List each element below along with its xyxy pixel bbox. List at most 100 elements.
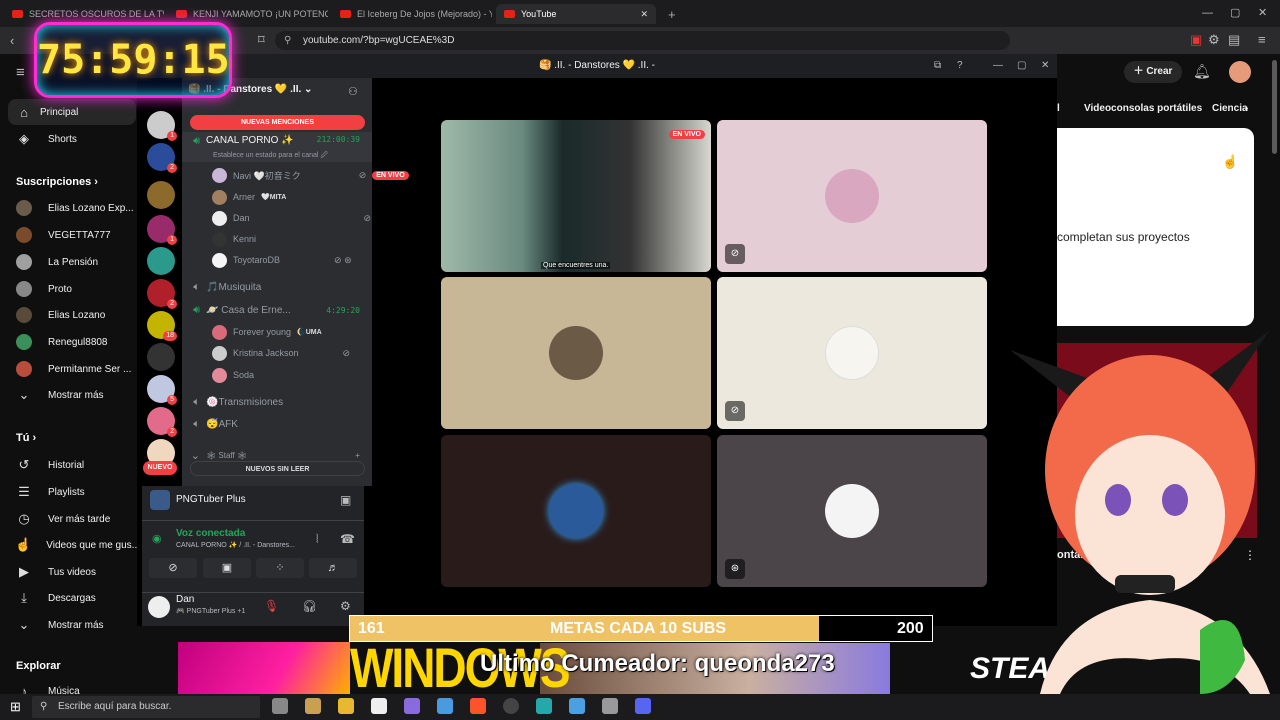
server-icon[interactable]: 5	[147, 375, 177, 405]
headphones-icon[interactable]: 🎧︎	[302, 599, 317, 613]
maximize-icon[interactable]: ▢	[1230, 7, 1240, 20]
channel-status[interactable]: Establece un estado para el canal 🖉	[213, 151, 328, 162]
sidebar-item-liked[interactable]: ☝ Videos que me gus...	[0, 532, 140, 558]
sidebar-item-playlists[interactable]: ☰ Playlists	[0, 479, 140, 505]
voice-user[interactable]: ToyotaroDB ⊘ ⊛	[212, 250, 352, 270]
folder-icon[interactable]	[338, 698, 354, 714]
add-channel-icon[interactable]: +	[355, 451, 360, 460]
taskbar-search[interactable]: ⚲ Escribe aquí para buscar.	[32, 696, 260, 718]
browser-tab-active[interactable]: YouTube ✕	[496, 4, 656, 24]
sidebar-subscription[interactable]: Elias Lozano	[0, 302, 140, 328]
participant-tile[interactable]	[441, 277, 711, 429]
toggle-camera-button[interactable]: ⊘	[149, 558, 197, 578]
server-icon[interactable]	[147, 181, 175, 209]
obs-icon[interactable]	[503, 698, 519, 714]
show-more-button[interactable]: ⌄ Mostrar más	[0, 382, 140, 408]
server-icon[interactable]: 2	[147, 279, 177, 309]
sidebar-item-watch-later[interactable]: ◷ Ver más tarde	[0, 506, 140, 532]
voice-user[interactable]: Arner 🤍MITA	[212, 187, 286, 207]
new-tab-button[interactable]: +	[660, 4, 684, 24]
voice-user[interactable]: Kristina Jackson ⊘	[212, 343, 350, 363]
show-more-button[interactable]: ⌄ Mostrar más	[0, 612, 140, 638]
chip[interactable]: l	[1057, 98, 1060, 120]
add-member-icon[interactable]: ⚇	[348, 85, 358, 98]
server-icon[interactable]: 18	[147, 311, 177, 341]
app-icon[interactable]	[371, 698, 387, 714]
sidebar-subscription[interactable]: Permitanme Ser ...	[0, 356, 140, 382]
voice-channel-link[interactable]: CANAL PORNO ✨ / .ΙΙ. - Danstores...	[176, 541, 295, 549]
sidebar-subscription[interactable]: Proto	[0, 276, 140, 302]
discord-icon[interactable]	[635, 698, 651, 714]
maximize-icon[interactable]: ▢	[1017, 54, 1026, 78]
server-icon[interactable]: 2	[147, 143, 177, 173]
subscriptions-header[interactable]: Suscripciones ›	[16, 176, 98, 188]
voice-channel-afk[interactable]: 🔈︎ 😴AFK	[182, 414, 372, 434]
sidebar-item-historial[interactable]: ↺ Historial	[0, 452, 140, 478]
user-name[interactable]: Dan	[176, 594, 194, 605]
participant-tile[interactable]	[441, 435, 711, 587]
voice-channel-musiquita[interactable]: 🔈︎ 🎵Musiquita	[182, 277, 372, 297]
soundboard-button[interactable]: ♬	[309, 558, 357, 578]
disconnect-icon[interactable]: ☎	[340, 532, 355, 546]
voice-channel-casa[interactable]: 🔊︎ 🪐 Casa de Erne... 4:29:20	[182, 300, 372, 320]
activities-button[interactable]: ⁘	[256, 558, 304, 578]
help-icon[interactable]: ?	[957, 54, 963, 78]
app-icon[interactable]	[536, 698, 552, 714]
you-header[interactable]: Tú ›	[16, 432, 36, 444]
browser-tab[interactable]: KENJI YAMAMOTO ¡UN POTENCIAL	[168, 4, 328, 24]
voice-user[interactable]: Forever young 🌘UMA	[212, 322, 322, 342]
voice-user[interactable]: Dan ⊘	[212, 208, 371, 228]
settings-gear-icon[interactable]: ⚙	[340, 599, 351, 613]
sidebar-subscription[interactable]: La Pensión	[0, 249, 140, 275]
windows-start-icon[interactable]: ⊞	[10, 699, 21, 715]
participant-tile[interactable]: ⊘	[717, 120, 987, 272]
server-icon[interactable]: 1	[147, 111, 177, 141]
minimize-icon[interactable]: —	[993, 54, 1003, 78]
chevron-right-icon[interactable]: ›	[1245, 98, 1248, 120]
popout-icon[interactable]: ⧉	[934, 54, 941, 78]
back-icon[interactable]: ‹	[10, 34, 14, 47]
sidebar-item-downloads[interactable]: ⤓ Descargas	[0, 585, 140, 611]
server-icon[interactable]: 1	[147, 215, 177, 245]
stream-tile[interactable]: EN VIVO Que encuentres una.	[441, 120, 711, 272]
sidebar-subscription[interactable]: Renegul8808	[0, 329, 140, 355]
bookmark-icon[interactable]: ⌑	[258, 33, 265, 46]
avatar[interactable]	[1229, 61, 1251, 83]
notifications-bell-icon[interactable]: 🔔︎	[1193, 64, 1211, 78]
extensions-icon[interactable]: ⚙	[1208, 33, 1220, 46]
app-icon[interactable]	[404, 698, 420, 714]
browser-tab[interactable]: SECRETOS OSCUROS DE LA TV | REC	[4, 4, 164, 24]
close-window-icon[interactable]: ✕	[1041, 54, 1049, 78]
record-icon[interactable]: ▣	[1190, 33, 1202, 46]
voice-user[interactable]: Kenni	[212, 229, 256, 249]
sidebar-item-principal[interactable]: ⌂ Principal	[8, 99, 136, 125]
activity-name[interactable]: PNGTuber Plus	[176, 494, 246, 505]
new-mentions-banner[interactable]: NUEVAS MENCIONES	[190, 115, 365, 130]
video-card-thumbnail[interactable]: completan sus proyectos ☝	[1057, 128, 1254, 326]
app-icon[interactable]	[305, 698, 321, 714]
close-tab-icon[interactable]: ✕	[640, 9, 648, 20]
sidebar-item-shorts[interactable]: ◈ Shorts	[0, 126, 140, 152]
sidebar-subscription[interactable]: VEGETTA777	[0, 222, 140, 248]
sidebar-icon[interactable]: ▤	[1228, 33, 1240, 46]
app-icon[interactable]	[272, 698, 288, 714]
app-icon[interactable]	[602, 698, 618, 714]
chip[interactable]: Ciencia	[1212, 98, 1248, 120]
voice-status[interactable]: Voz conectada	[176, 528, 245, 539]
scrollbar[interactable]	[1272, 60, 1277, 154]
microphone-muted-icon[interactable]: 🎙︎	[264, 599, 279, 613]
sidebar-subscription[interactable]: Elias Lozano Exp...	[0, 195, 140, 221]
sidebar-item-your-videos[interactable]: ▶ Tus videos	[0, 559, 140, 585]
voice-user[interactable]: Navi 🤍初音ミク ⊘ EN VIVO	[212, 165, 409, 185]
create-button[interactable]: ＋ Crear	[1124, 61, 1182, 83]
brave-icon[interactable]	[470, 698, 486, 714]
screen-share-icon[interactable]: ▣	[340, 493, 351, 507]
url-bar[interactable]: ⚲ youtube.com/?bp=wgUCEAE%3D	[275, 31, 1010, 50]
hamburger-menu-icon[interactable]: ≡	[16, 65, 25, 80]
voice-channel-canal[interactable]: 🔊︎ CANAL PORNO ✨ 212:00:39 Establece un …	[182, 132, 372, 162]
server-icon[interactable]	[147, 343, 175, 371]
store-icon[interactable]	[437, 698, 453, 714]
server-icon[interactable]	[147, 247, 175, 275]
new-unread-banner[interactable]: NUEVOS SIN LEER	[190, 461, 365, 476]
chip[interactable]: Videoconsolas portátiles	[1084, 98, 1202, 120]
